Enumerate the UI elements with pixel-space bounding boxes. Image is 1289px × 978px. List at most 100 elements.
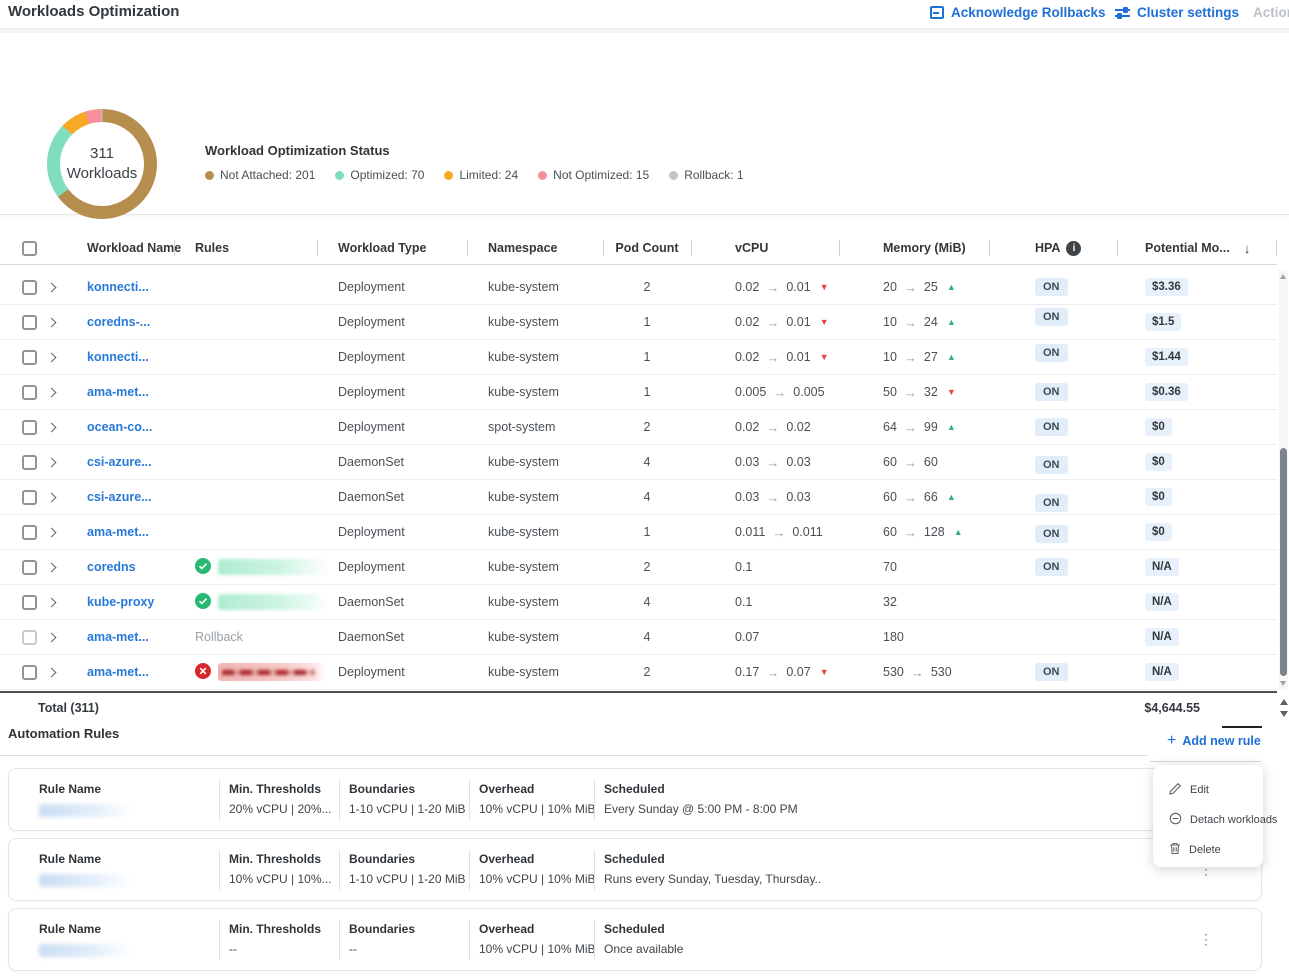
- workload-count-label: Workloads: [67, 164, 138, 184]
- vcpu-cell: 0.03 → 0.03: [691, 455, 839, 470]
- add-new-rule-button[interactable]: + Add new rule: [1167, 733, 1261, 749]
- row-checkbox[interactable]: [22, 350, 37, 365]
- expand-chevron-icon[interactable]: [47, 632, 57, 642]
- row-checkbox[interactable]: [22, 420, 37, 435]
- col-workload-name[interactable]: Workload Name: [66, 232, 174, 264]
- row-checkbox[interactable]: [22, 560, 37, 575]
- vcpu-from: 0.03: [735, 490, 759, 504]
- row-checkbox[interactable]: [22, 385, 37, 400]
- workload-name-link[interactable]: ama-met...: [87, 665, 149, 679]
- menu-item-detach-workloads[interactable]: Detach workloads: [1153, 805, 1263, 835]
- expand-chevron-icon[interactable]: [47, 562, 57, 572]
- col-pod-count[interactable]: Pod Count: [603, 232, 691, 264]
- arrow-right-icon: →: [904, 420, 917, 435]
- menu-item-edit[interactable]: Edit: [1153, 775, 1263, 805]
- arrow-right-icon: →: [904, 525, 917, 540]
- workload-name-link[interactable]: kube-proxy: [87, 595, 154, 609]
- scrollbar-thumb[interactable]: [1280, 448, 1287, 676]
- acknowledge-icon: [930, 6, 944, 19]
- workload-name-link[interactable]: konnecti...: [87, 280, 149, 294]
- table-scrollbar[interactable]: [1279, 270, 1288, 690]
- expand-chevron-icon[interactable]: [47, 317, 57, 327]
- namespace: kube-system: [467, 595, 603, 609]
- arrow-right-icon: →: [904, 315, 917, 330]
- col-rules[interactable]: Rules: [174, 232, 317, 264]
- workload-name-link[interactable]: csi-azure...: [87, 490, 152, 504]
- vcpu-from: 0.1: [735, 560, 752, 574]
- expand-chevron-icon[interactable]: [47, 492, 57, 502]
- row-checkbox[interactable]: [22, 280, 37, 295]
- row-checkbox[interactable]: [22, 490, 37, 505]
- workload-name-link[interactable]: csi-azure...: [87, 455, 152, 469]
- pod-count: 2: [603, 280, 691, 294]
- expand-chevron-icon[interactable]: [47, 422, 57, 432]
- namespace: kube-system: [467, 490, 603, 504]
- row-checkbox[interactable]: [22, 595, 37, 610]
- scheduled-value: Once available: [604, 942, 683, 956]
- expand-chevron-icon[interactable]: [47, 387, 57, 397]
- vcpu-to: 0.01: [786, 280, 810, 294]
- memory-cell: 64 → 99 ▲: [839, 420, 989, 435]
- memory-from: 64: [883, 420, 897, 434]
- scroll-up-icon[interactable]: [1280, 274, 1286, 279]
- memory-from: 32: [883, 595, 897, 609]
- workload-name-link[interactable]: konnecti...: [87, 350, 149, 364]
- row-checkbox[interactable]: [22, 315, 37, 330]
- redacted-rule-name: [39, 874, 131, 887]
- cluster-settings-button[interactable]: Cluster settings: [1115, 5, 1239, 20]
- expand-chevron-icon[interactable]: [47, 597, 57, 607]
- arrow-right-icon: →: [904, 350, 917, 365]
- workload-name-link[interactable]: ama-met...: [87, 630, 149, 644]
- scroll-down-icon[interactable]: [1280, 681, 1286, 686]
- legend-text: Optimized: 70: [350, 168, 424, 182]
- col-namespace[interactable]: Namespace: [467, 232, 603, 264]
- workload-name-link[interactable]: coredns: [87, 560, 136, 574]
- col-hpa[interactable]: HPA i: [989, 232, 1117, 264]
- workload-name-link[interactable]: coredns-...: [87, 315, 150, 329]
- menu-item-delete[interactable]: Delete: [1153, 835, 1263, 865]
- table-total-row: Total (311) $4,644.55: [0, 691, 1277, 723]
- col-workload-type[interactable]: Workload Type: [317, 232, 467, 264]
- potential-savings-badge: $0: [1145, 523, 1172, 541]
- workload-name-link[interactable]: ama-met...: [87, 525, 149, 539]
- x-circle-icon: [195, 663, 211, 682]
- expand-chevron-icon[interactable]: [47, 282, 57, 292]
- vcpu-cell: 0.03 → 0.03: [691, 490, 839, 505]
- expand-chevron-icon[interactable]: [47, 457, 57, 467]
- row-checkbox[interactable]: [22, 665, 37, 680]
- memory-cell: 10 → 24 ▲: [839, 315, 989, 330]
- row-checkbox[interactable]: [22, 455, 37, 470]
- memory-from: 60: [883, 490, 897, 504]
- expand-chevron-icon[interactable]: [47, 667, 57, 677]
- col-memory[interactable]: Memory (MiB): [839, 232, 989, 264]
- workload-name-link[interactable]: ama-met...: [87, 385, 149, 399]
- workload-name-link[interactable]: ocean-co...: [87, 420, 152, 434]
- expand-chevron-icon[interactable]: [47, 527, 57, 537]
- arrow-right-icon: →: [766, 665, 779, 680]
- vcpu-cell: 0.005 → 0.005: [691, 385, 839, 400]
- vcpu-from: 0.03: [735, 455, 759, 469]
- row-checkbox[interactable]: [22, 630, 37, 645]
- rule-menu-kebab[interactable]: ⋮: [1199, 931, 1213, 948]
- sort-desc-icon[interactable]: ↓: [1244, 241, 1251, 256]
- memory-from: 60: [883, 455, 897, 469]
- status-card: 311 Workloads Workload Optimization Stat…: [0, 33, 1289, 215]
- acknowledge-rollbacks-button[interactable]: Acknowledge Rollbacks: [930, 5, 1106, 20]
- legend-text: Limited: 24: [459, 168, 518, 182]
- thresholds-value: 20% vCPU | 20%...: [229, 802, 332, 816]
- legend-item: Not Attached: 201: [205, 168, 315, 182]
- expand-chevron-icon[interactable]: [47, 352, 57, 362]
- total-label: Total (311): [38, 701, 99, 715]
- actions-button[interactable]: Actions: [1253, 5, 1289, 20]
- total-value: $4,644.55: [1117, 701, 1200, 715]
- col-potential-savings[interactable]: Potential Mo... ↓: [1117, 232, 1277, 264]
- row-checkbox[interactable]: [22, 525, 37, 540]
- scroll-down-icon[interactable]: [1280, 711, 1288, 717]
- col-vcpu[interactable]: vCPU: [691, 232, 839, 264]
- select-all-checkbox[interactable]: [22, 241, 37, 256]
- check-circle-icon: [195, 558, 211, 577]
- memory-from: 60: [883, 525, 897, 539]
- info-icon[interactable]: i: [1066, 241, 1081, 256]
- divider: [339, 850, 340, 890]
- scroll-up-icon[interactable]: [1280, 699, 1288, 705]
